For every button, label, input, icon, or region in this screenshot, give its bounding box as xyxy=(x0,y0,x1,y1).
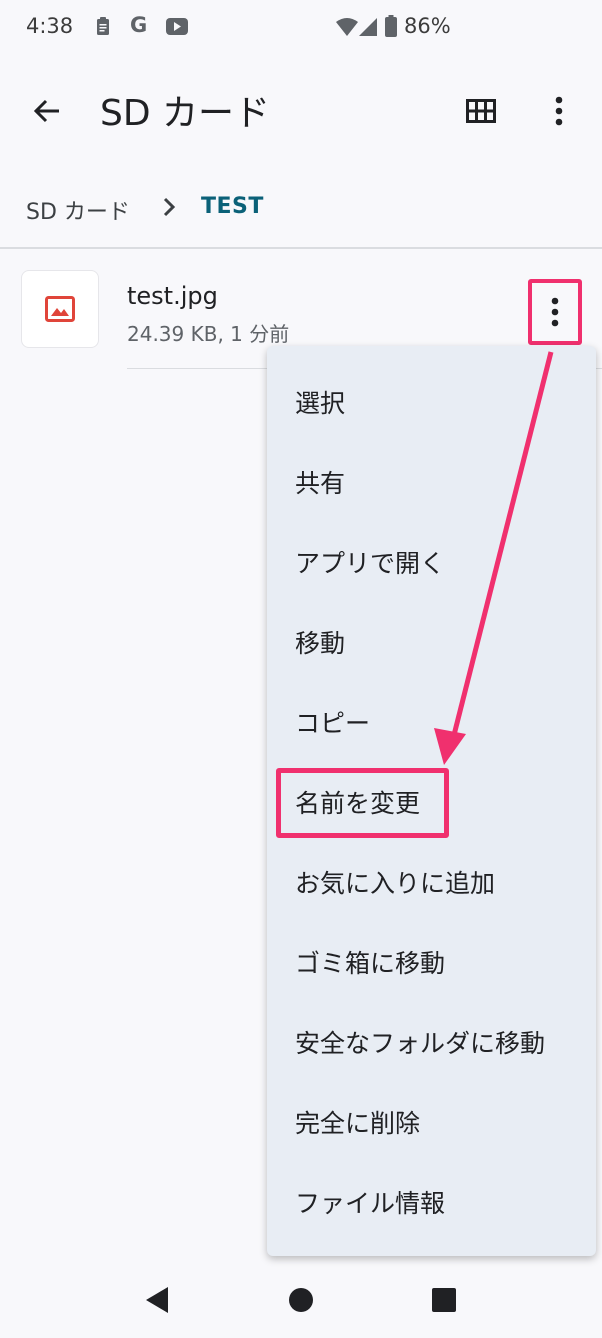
wifi-icon xyxy=(336,18,358,40)
nav-back-button[interactable] xyxy=(137,1280,177,1320)
menu-item-label: 完全に削除 xyxy=(295,1109,421,1138)
menu-item-label: コピー xyxy=(295,709,371,738)
grid-view-button[interactable] xyxy=(458,88,504,134)
youtube-icon xyxy=(166,18,188,39)
menu-item-label: ゴミ箱に移動 xyxy=(295,949,446,978)
menu-item-move[interactable]: 移動 xyxy=(267,602,596,682)
file-meta: 24.39 KB, 1 分前 xyxy=(127,322,290,346)
recents-square-icon xyxy=(432,1288,456,1312)
menu-item-open-with[interactable]: アプリで開く xyxy=(267,522,596,602)
battery-icon xyxy=(385,15,397,41)
file-thumbnail xyxy=(21,270,99,348)
battery-percent: 86% xyxy=(404,14,451,38)
more-vert-icon xyxy=(555,96,563,126)
menu-item-move-to-trash[interactable]: ゴミ箱に移動 xyxy=(267,922,596,1002)
overflow-menu-button[interactable] xyxy=(536,88,582,134)
menu-item-delete-permanently[interactable]: 完全に削除 xyxy=(267,1082,596,1162)
header-divider xyxy=(0,247,602,249)
more-vert-icon xyxy=(551,297,559,327)
menu-item-select[interactable]: 選択 xyxy=(267,362,596,442)
page-title: SD カード xyxy=(100,93,271,134)
menu-item-move-to-safe-folder[interactable]: 安全なフォルダに移動 xyxy=(267,1002,596,1082)
breadcrumb-root[interactable]: SD カード xyxy=(26,194,130,226)
menu-item-share[interactable]: 共有 xyxy=(267,442,596,522)
back-arrow-icon xyxy=(33,99,59,123)
file-name: test.jpg xyxy=(127,282,218,310)
chevron-right-icon xyxy=(154,192,184,222)
back-button[interactable] xyxy=(24,88,70,134)
back-triangle-icon xyxy=(146,1287,168,1313)
clipboard-icon xyxy=(96,16,110,40)
breadcrumb: SD カード TEST xyxy=(0,180,602,236)
menu-item-label: 選択 xyxy=(295,389,346,418)
nav-home-button[interactable] xyxy=(281,1280,321,1320)
menu-item-add-favorite[interactable]: お気に入りに追加 xyxy=(267,842,596,922)
menu-item-label: アプリで開く xyxy=(295,549,446,578)
nav-recents-button[interactable] xyxy=(424,1280,464,1320)
breadcrumb-current[interactable]: TEST xyxy=(201,194,264,219)
menu-item-file-info[interactable]: ファイル情報 xyxy=(267,1162,596,1242)
menu-item-label: 安全なフォルダに移動 xyxy=(295,1029,546,1058)
home-circle-icon xyxy=(289,1288,313,1312)
signal-icon xyxy=(359,18,377,40)
navigation-bar xyxy=(0,1260,602,1338)
rename-highlight-box xyxy=(276,768,449,838)
menu-item-label: 共有 xyxy=(295,469,346,498)
menu-item-label: 移動 xyxy=(295,629,346,658)
grid-view-icon xyxy=(466,99,496,123)
status-bar: 4:38 G 86% xyxy=(0,0,602,58)
file-overflow-button[interactable] xyxy=(528,279,582,345)
menu-item-copy[interactable]: コピー xyxy=(267,682,596,762)
app-bar: SD カード xyxy=(0,58,602,162)
menu-item-label: ファイル情報 xyxy=(295,1189,446,1218)
google-icon: G xyxy=(130,13,148,37)
status-time: 4:38 xyxy=(26,14,74,38)
image-icon xyxy=(45,296,75,322)
menu-item-label: お気に入りに追加 xyxy=(295,869,496,898)
